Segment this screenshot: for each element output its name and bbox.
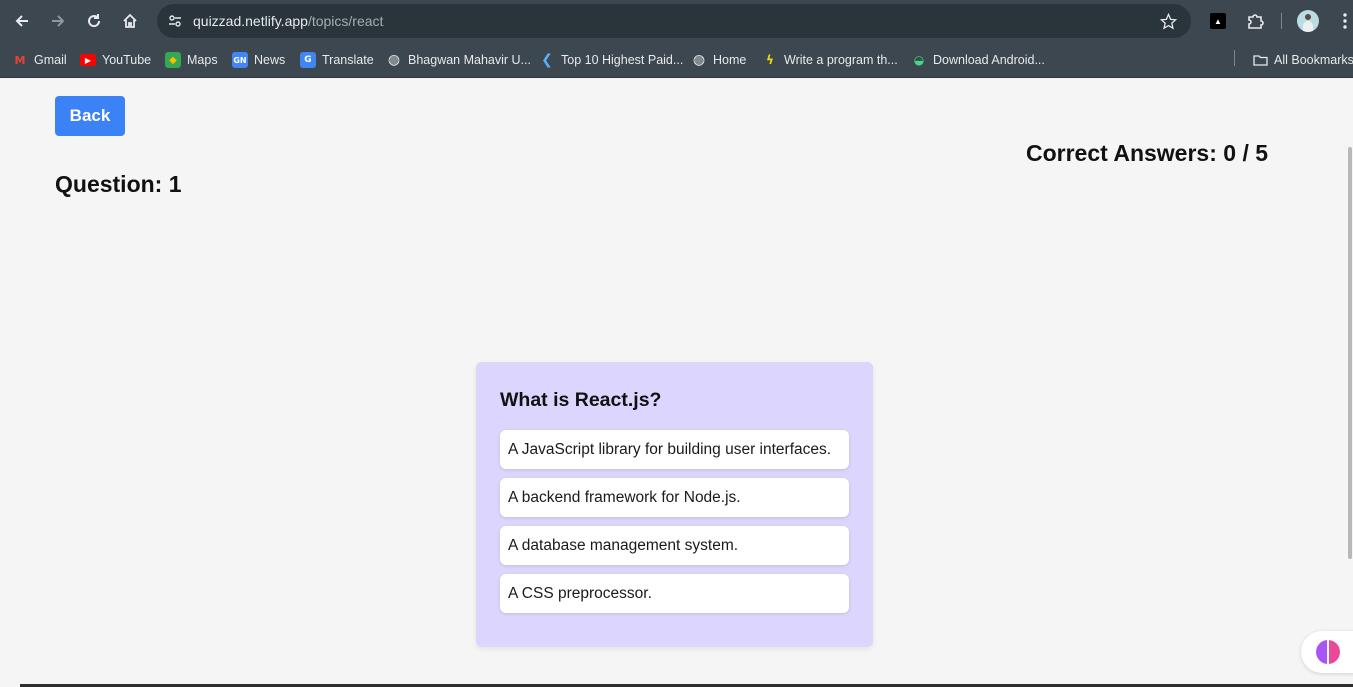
- news-icon: GN: [232, 52, 248, 68]
- bookmark-label: YouTube: [102, 53, 152, 67]
- puzzle-icon[interactable]: [1243, 9, 1267, 33]
- brain-icon-right: [1328, 640, 1340, 664]
- answer-option-2[interactable]: A backend framework for Node.js.: [500, 478, 849, 517]
- question-number: Question: 1: [55, 171, 182, 197]
- bookmark-label: Gmail: [34, 53, 67, 67]
- reload-icon[interactable]: [82, 9, 106, 33]
- bookmark-translate[interactable]: G Translate: [300, 51, 374, 69]
- site-icon: ❮: [541, 52, 553, 68]
- arrow-right-icon[interactable]: [46, 9, 70, 33]
- url-domain: quizzad.netlify.app: [193, 13, 308, 29]
- arrow-left-icon[interactable]: [10, 9, 34, 33]
- android-icon: ◒: [913, 53, 925, 67]
- answer-option-4[interactable]: A CSS preprocessor.: [500, 574, 849, 613]
- site-icon: ϟ: [766, 53, 774, 67]
- question-card: What is React.js? A JavaScript library f…: [476, 362, 873, 647]
- bookmark-gmail[interactable]: M Gmail: [12, 51, 67, 69]
- all-bookmarks-label: All Bookmarks: [1274, 53, 1353, 67]
- brain-icon-divider: [1327, 640, 1329, 664]
- url-path: /topics/react: [307, 13, 384, 29]
- bookmark-bhagwan-mahavir[interactable]: ◍ Bhagwan Mahavir U...: [386, 51, 531, 69]
- youtube-icon: ▶: [80, 54, 96, 66]
- brain-assistant-button[interactable]: [1301, 631, 1353, 673]
- bookmark-label: Top 10 Highest Paid...: [561, 53, 684, 67]
- bookmark-maps[interactable]: ◆ Maps: [165, 51, 218, 69]
- bookmark-label: Download Android...: [933, 53, 1045, 67]
- tune-icon[interactable]: [165, 11, 185, 31]
- gmail-icon: M: [14, 53, 26, 67]
- bookmark-news[interactable]: GN News: [232, 51, 285, 69]
- bookmarks-divider: [1234, 50, 1235, 66]
- extension-icon[interactable]: ▲: [1210, 13, 1226, 29]
- answer-option-1[interactable]: A JavaScript library for building user i…: [500, 430, 849, 469]
- maps-icon: ◆: [165, 52, 181, 68]
- globe-icon: ◍: [692, 52, 706, 68]
- bookmark-download-android[interactable]: ◒ Download Android...: [911, 51, 1045, 69]
- bookmark-top-10[interactable]: ❮ Top 10 Highest Paid...: [539, 51, 683, 69]
- bookmark-home[interactable]: ◍ Home: [691, 51, 746, 69]
- bookmark-write-program[interactable]: ϟ Write a program th...: [762, 51, 898, 69]
- bookmark-label: Maps: [187, 53, 218, 67]
- home-icon[interactable]: [118, 9, 142, 33]
- page-scrollbar[interactable]: [1347, 79, 1353, 687]
- back-button[interactable]: Back: [55, 96, 125, 136]
- folder-icon: [1252, 52, 1268, 68]
- all-bookmarks[interactable]: All Bookmarks: [1252, 51, 1353, 69]
- answer-option-3[interactable]: A database management system.: [500, 526, 849, 565]
- globe-icon: ◍: [387, 52, 401, 68]
- url-text: quizzad.netlify.app/topics/react: [193, 13, 383, 29]
- bookmark-label: Home: [713, 53, 747, 67]
- bookmark-youtube[interactable]: ▶ YouTube: [80, 51, 151, 69]
- kebab-menu-icon[interactable]: [1333, 9, 1353, 33]
- question-text: What is React.js?: [500, 389, 662, 411]
- quiz-page: Back Correct Answers: 0 / 5 Question: 1 …: [0, 79, 1353, 687]
- bookmark-label: Bhagwan Mahavir U...: [408, 53, 531, 67]
- toolbar-divider: [1281, 13, 1282, 29]
- bookmark-label: News: [254, 53, 286, 67]
- bookmark-label: Translate: [322, 53, 374, 67]
- avatar[interactable]: [1297, 10, 1319, 32]
- scrollbar-thumb[interactable]: [1348, 147, 1352, 559]
- score-label: Correct Answers: 0 / 5: [1026, 140, 1269, 166]
- address-bar[interactable]: quizzad.netlify.app/topics/react: [157, 4, 1191, 38]
- star-icon[interactable]: [1157, 10, 1179, 32]
- bookmarks-bar: M Gmail ▶ YouTube ◆ Maps GN News G Translate …: [0, 42, 1353, 78]
- browser-toolbar: quizzad.netlify.app/topics/react ▲: [0, 0, 1353, 42]
- bookmark-label: Write a program th...: [784, 53, 898, 67]
- translate-icon: G: [300, 52, 316, 68]
